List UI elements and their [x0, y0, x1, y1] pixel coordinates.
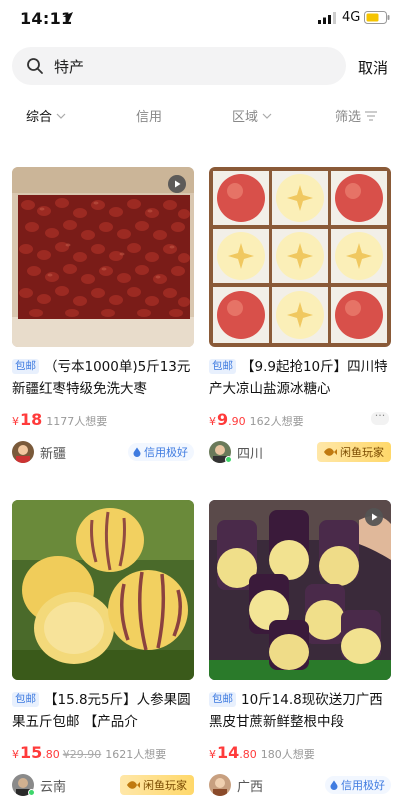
player-badge: 闲鱼玩家	[317, 442, 391, 462]
credit-badge: 信用极好	[128, 443, 194, 461]
tab-region[interactable]: 区域	[232, 106, 272, 125]
product-card[interactable]: 包邮 （亏本1000单)5斤13元新疆红枣特级免洗大枣 ¥ 18 1177人想要 …	[12, 167, 194, 477]
avatar[interactable]	[209, 774, 231, 796]
battery-icon	[364, 11, 390, 24]
credit-badge-label: 信用极好	[144, 446, 188, 459]
seller-location: 云南	[40, 780, 67, 795]
price-symbol: ¥	[209, 415, 216, 428]
product-title[interactable]: 包邮 10斤14.8现砍送刀广西黑皮甘蔗新鲜整根中段	[209, 689, 391, 733]
price-symbol: ¥	[209, 748, 216, 761]
credit-badge-label: 信用极好	[341, 779, 385, 792]
product-card[interactable]: 包邮 【15.8元5斤】人参果圆果五斤包邮 【产品介 ¥ 15 .80 ¥29.9…	[12, 500, 194, 808]
price-decimal: .80	[42, 748, 60, 761]
free-shipping-badge: 包邮	[209, 692, 236, 707]
online-indicator	[225, 456, 232, 463]
seller-location: 广西	[237, 780, 264, 795]
tab-overall[interactable]: 综合	[26, 106, 66, 125]
seller-row[interactable]: 新疆 信用极好	[12, 441, 194, 463]
product-card[interactable]: 包邮 10斤14.8现砍送刀广西黑皮甘蔗新鲜整根中段 ¥ 14 .80 180人想…	[209, 500, 391, 808]
price-integer: 9	[217, 410, 229, 429]
fish-icon	[127, 781, 140, 789]
price-integer: 18	[20, 410, 43, 429]
product-image[interactable]	[12, 500, 194, 680]
price-decimal: .90	[228, 415, 246, 428]
price-row: ¥ 15 .80 ¥29.90 1621人想要	[12, 743, 166, 763]
tab-label: 综合	[26, 110, 53, 125]
more-icon[interactable]: ···	[371, 410, 389, 425]
wants-count: 162人想要	[249, 415, 304, 428]
player-badge-label: 闲鱼玩家	[143, 779, 187, 792]
seller-row[interactable]: 四川 闲鱼玩家	[209, 441, 391, 463]
network-label: 4G	[342, 10, 361, 25]
tab-label: 筛选	[335, 110, 362, 125]
wants-count: 1177人想要	[46, 415, 108, 428]
original-price: ¥29.90	[62, 748, 102, 761]
cancel-button[interactable]: 取消	[358, 57, 388, 78]
fish-icon	[324, 448, 337, 456]
price-row: ¥ 9 .90 162人想要	[209, 410, 304, 430]
price-decimal: .80	[239, 748, 257, 761]
video-play-icon[interactable]	[168, 175, 186, 193]
player-badge: 闲鱼玩家	[120, 775, 194, 795]
player-badge-label: 闲鱼玩家	[340, 446, 384, 459]
location-arrow-icon	[63, 12, 73, 22]
product-title[interactable]: 包邮 【15.8元5斤】人参果圆果五斤包邮 【产品介	[12, 689, 194, 733]
seller-location: 新疆	[40, 447, 67, 462]
tab-credit[interactable]: 信用	[136, 106, 162, 125]
video-play-icon[interactable]	[365, 508, 383, 526]
avatar[interactable]	[12, 441, 34, 463]
filter-icon	[365, 110, 378, 121]
wants-count: 1621人想要	[105, 748, 167, 761]
price-integer: 14	[217, 743, 240, 762]
tab-label: 信用	[136, 110, 163, 125]
chevron-down-icon	[262, 113, 272, 119]
price-row: ¥ 18 1177人想要	[12, 410, 107, 430]
tab-filter[interactable]: 筛选	[335, 106, 378, 125]
product-card[interactable]: 包邮 【9.9起抢10斤】四川特产大凉山盐源冰糖心 ¥ 9 .90 162人想要 …	[209, 167, 391, 477]
price-symbol: ¥	[12, 415, 19, 428]
price-symbol: ¥	[12, 748, 19, 761]
status-bar: 14:11 4G	[0, 0, 403, 38]
search-bar[interactable]: 特产	[12, 47, 346, 85]
seller-row[interactable]: 云南 闲鱼玩家	[12, 774, 194, 796]
search-icon	[27, 58, 43, 74]
price-integer: 15	[20, 743, 43, 762]
credit-drop-icon	[330, 780, 338, 790]
credit-drop-icon	[133, 447, 141, 457]
tab-label: 区域	[232, 110, 259, 125]
credit-badge: 信用极好	[325, 776, 391, 794]
wants-count: 180人想要	[260, 748, 315, 761]
product-title[interactable]: 包邮 【9.9起抢10斤】四川特产大凉山盐源冰糖心	[209, 356, 391, 400]
search-input[interactable]: 特产	[54, 56, 84, 77]
free-shipping-badge: 包邮	[209, 359, 236, 374]
online-indicator	[28, 789, 35, 796]
product-title[interactable]: 包邮 （亏本1000单)5斤13元新疆红枣特级免洗大枣	[12, 356, 194, 400]
signal-icon	[318, 12, 336, 24]
price-row: ¥ 14 .80 180人想要	[209, 743, 315, 763]
product-image[interactable]	[209, 167, 391, 347]
seller-location: 四川	[237, 447, 264, 462]
product-image[interactable]	[209, 500, 391, 680]
product-image[interactable]	[12, 167, 194, 347]
seller-row[interactable]: 广西 信用极好	[209, 774, 391, 796]
filter-tabs: 综合 信用 区域 筛选	[0, 106, 403, 128]
chevron-down-icon	[56, 113, 66, 119]
free-shipping-badge: 包邮	[12, 359, 39, 374]
free-shipping-badge: 包邮	[12, 692, 39, 707]
